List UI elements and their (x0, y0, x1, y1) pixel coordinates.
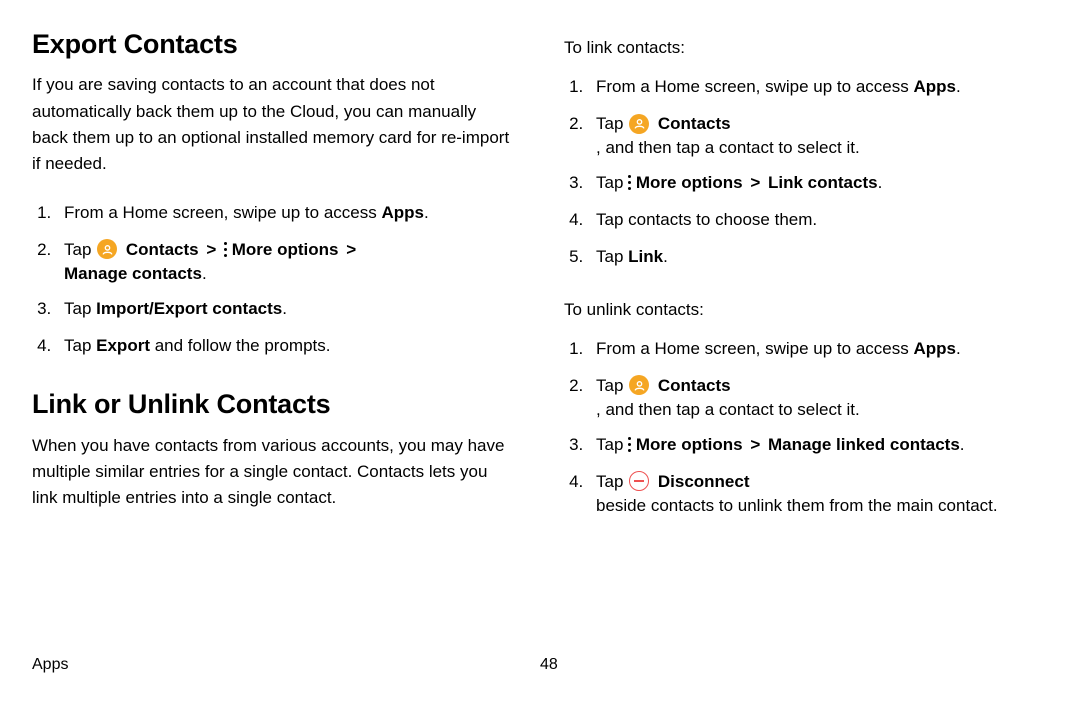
more-options-icon (628, 174, 631, 192)
contacts-icon (97, 239, 117, 259)
page-number: 48 (540, 656, 558, 674)
document-page: Export Contacts If you are saving contac… (0, 0, 1080, 640)
disconnect-icon (629, 471, 649, 491)
step-text: . (878, 173, 883, 192)
chevron-icon: > (346, 240, 356, 259)
step-text: beside contacts to unlink them from the … (596, 496, 998, 515)
more-options-icon (628, 435, 631, 453)
step-text: . (424, 203, 429, 222)
footer-section: Apps (32, 656, 540, 674)
bold-text: More options (636, 173, 743, 192)
list-item: Tap Link. (588, 240, 1048, 273)
bold-text: Manage contacts (64, 264, 202, 283)
step-text: and follow the prompts. (150, 336, 330, 355)
step-text: Tap (596, 114, 628, 133)
list-item: Tap More options > Manage linked contact… (588, 428, 1048, 461)
step-text: , and then tap a contact to select it. (596, 138, 860, 157)
list-item: Tap Disconnect beside contacts to unlink… (588, 465, 1048, 518)
step-text: Tap (64, 336, 96, 355)
contacts-icon (629, 114, 649, 134)
step-text: From a Home screen, swipe up to access (596, 77, 913, 96)
step-text: Tap (596, 173, 628, 192)
step-text: Tap (596, 435, 628, 454)
step-text: From a Home screen, swipe up to access (596, 339, 913, 358)
step-text: Tap contacts to choose them. (596, 210, 817, 229)
step-text: . (956, 339, 961, 358)
list-item: From a Home screen, swipe up to access A… (56, 196, 516, 229)
chevron-icon: > (750, 173, 760, 192)
list-item: Tap Contacts , and then tap a contact to … (588, 107, 1048, 160)
step-text: From a Home screen, swipe up to access (64, 203, 381, 222)
list-item: Tap Contacts , and then tap a contact to … (588, 369, 1048, 422)
step-text: Tap (64, 240, 96, 259)
link-unlink-desc: When you have contacts from various acco… (32, 433, 516, 512)
export-contacts-desc: If you are saving contacts to an account… (32, 72, 516, 177)
chevron-icon: > (750, 435, 760, 454)
step-text: . (663, 247, 668, 266)
link-steps: From a Home screen, swipe up to access A… (564, 70, 1048, 274)
link-intro: To link contacts: (564, 38, 1048, 58)
right-column: To link contacts: From a Home screen, sw… (564, 28, 1048, 640)
list-item: Tap Import/Export contacts. (56, 292, 516, 325)
bold-text: Export (96, 336, 150, 355)
bold-text: Apps (913, 77, 956, 96)
bold-text: Manage linked contacts (768, 435, 960, 454)
contacts-icon (629, 375, 649, 395)
step-text: . (960, 435, 965, 454)
step-text: . (282, 299, 287, 318)
step-text: , and then tap a contact to select it. (596, 400, 860, 419)
page-footer: Apps 48 (0, 656, 1080, 674)
left-column: Export Contacts If you are saving contac… (32, 28, 516, 640)
chevron-icon: > (206, 240, 216, 259)
bold-text: More options (636, 435, 743, 454)
unlink-intro: To unlink contacts: (564, 300, 1048, 320)
list-item: From a Home screen, swipe up to access A… (588, 332, 1048, 365)
step-text: . (956, 77, 961, 96)
link-unlink-heading: Link or Unlink Contacts (32, 388, 516, 420)
bold-text: Contacts (658, 376, 731, 395)
step-text: Tap (596, 376, 628, 395)
bold-text: Apps (381, 203, 424, 222)
list-item: Tap Contacts > More options > Manage con… (56, 233, 516, 286)
bold-text: Disconnect (658, 472, 750, 491)
export-steps: From a Home screen, swipe up to access A… (32, 196, 516, 362)
export-contacts-heading: Export Contacts (32, 28, 516, 60)
list-item: Tap Export and follow the prompts. (56, 329, 516, 362)
bold-text: Link (628, 247, 663, 266)
more-options-icon (224, 240, 227, 258)
list-item: Tap More options > Link contacts. (588, 166, 1048, 199)
unlink-steps: From a Home screen, swipe up to access A… (564, 332, 1048, 518)
list-item: Tap contacts to choose them. (588, 203, 1048, 236)
step-text: Tap (596, 247, 628, 266)
bold-text: Contacts (126, 240, 199, 259)
bold-text: More options (232, 240, 339, 259)
step-text: Tap (64, 299, 96, 318)
step-text: . (202, 264, 207, 283)
bold-text: Apps (913, 339, 956, 358)
step-text: Tap (596, 472, 628, 491)
bold-text: Link contacts (768, 173, 878, 192)
bold-text: Import/Export contacts (96, 299, 282, 318)
list-item: From a Home screen, swipe up to access A… (588, 70, 1048, 103)
bold-text: Contacts (658, 114, 731, 133)
